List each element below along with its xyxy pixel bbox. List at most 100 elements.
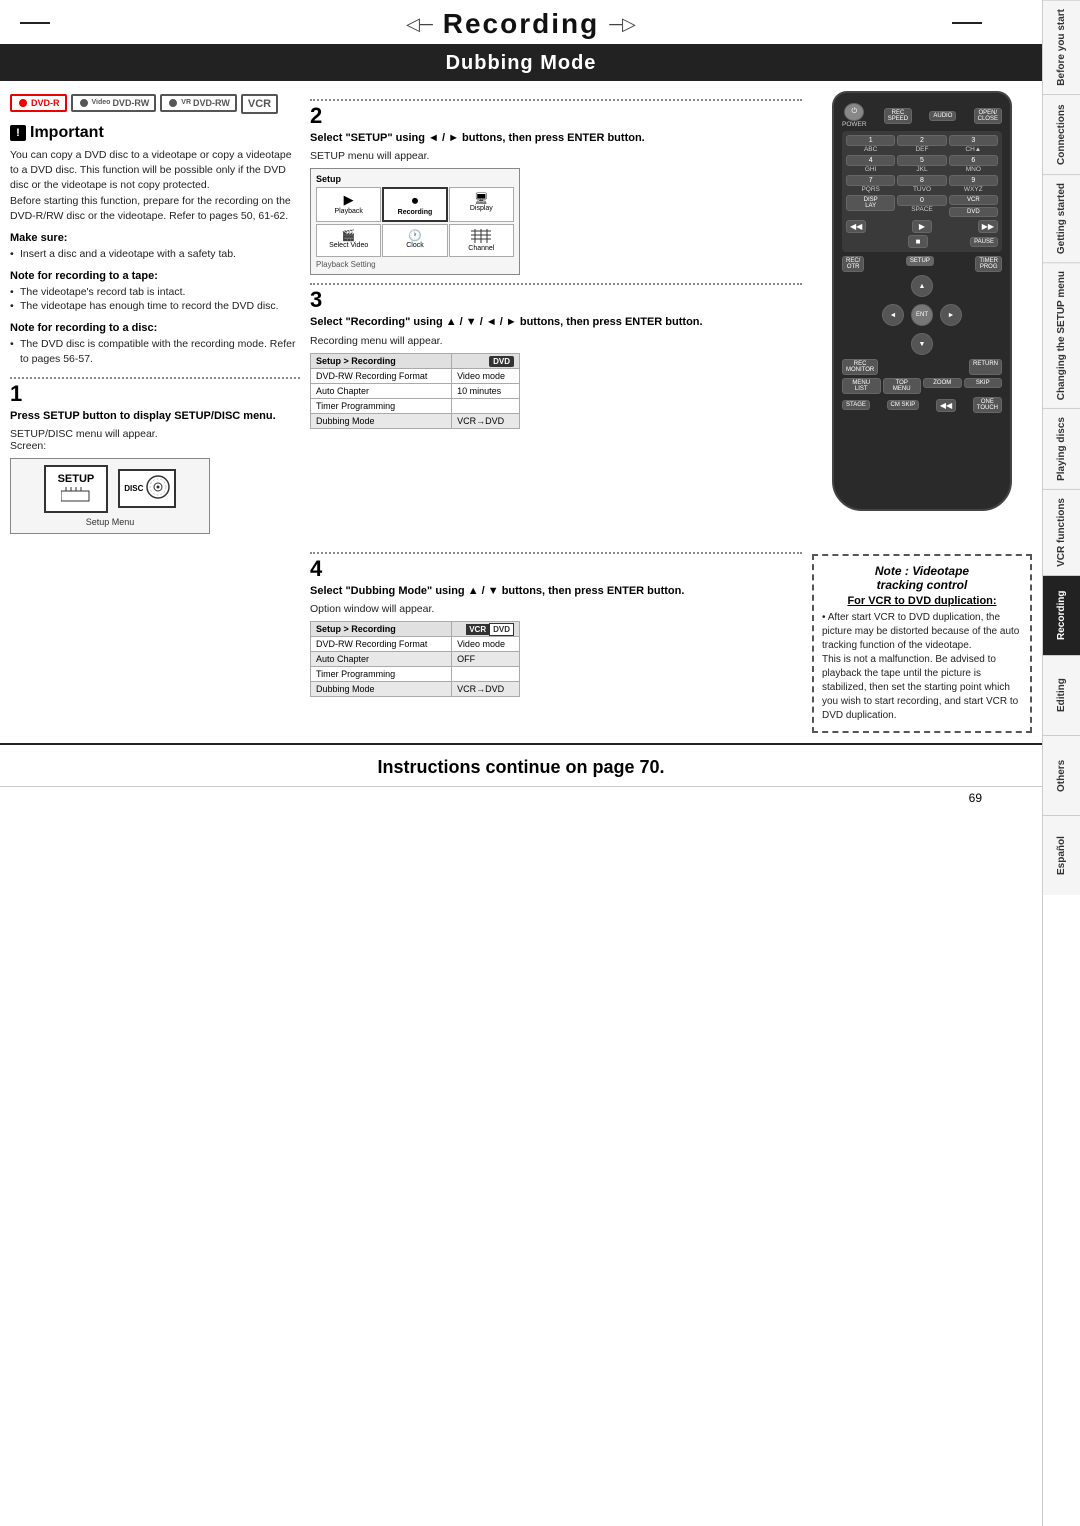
rec-row-3-label: Timer Programming	[311, 398, 452, 413]
bottom-left	[10, 544, 300, 733]
sidebar-tab-espanol[interactable]: Español	[1043, 815, 1080, 895]
sidebar-tab-playing-discs[interactable]: Playing discs	[1043, 408, 1080, 489]
recording-menu-table: Setup > Recording DVD DVD-RW Recording F…	[310, 353, 520, 429]
sidebar-tab-editing[interactable]: Editing	[1043, 655, 1080, 735]
stop-btn[interactable]: ■	[908, 235, 928, 248]
sidebar-tab-connections[interactable]: Connections	[1043, 94, 1080, 174]
timerprog-btn[interactable]: TIMERPROG	[975, 256, 1002, 272]
display-btn-section: DISPLAY	[846, 195, 895, 217]
menulist-btn[interactable]: MENULIST	[842, 378, 881, 394]
rec2-row-3-value	[452, 667, 520, 682]
ffwd-btn[interactable]: ▶▶	[978, 220, 998, 233]
sidebar-tab-vcr-functions[interactable]: VCR functions	[1043, 489, 1080, 575]
onetouch-btn[interactable]: ONETOUCH	[973, 397, 1002, 413]
play-btn[interactable]: ▶	[912, 220, 932, 233]
sidebar-tab-before-you-start[interactable]: Before you start	[1043, 0, 1080, 94]
btn-5[interactable]: 5	[897, 155, 946, 166]
list-item: The videotape has enough time to record …	[10, 299, 300, 314]
stage-btn[interactable]: STAGE	[842, 400, 870, 410]
down-btn[interactable]: ▼	[911, 333, 933, 355]
recotr-btn[interactable]: REC/OTR	[842, 256, 864, 272]
sidebar-tab-recording[interactable]: Recording	[1043, 575, 1080, 655]
btn-4[interactable]: 4	[846, 155, 895, 166]
right-column: ⏻ POWER RECSPEED AUDIO OPEN/CLOSE	[812, 91, 1032, 534]
btn-2-section: 2 DEF	[897, 135, 946, 153]
rec2-row-2-label: Auto Chapter	[311, 652, 452, 667]
btn-6[interactable]: 6	[949, 155, 998, 166]
setup-menu-title: Setup	[316, 174, 514, 184]
recotr-section: REC/OTR	[842, 256, 864, 272]
rec2-row-2-value: OFF	[452, 652, 520, 667]
left-btn[interactable]: ◄	[882, 304, 904, 326]
up-btn[interactable]: ▲	[911, 275, 933, 297]
btn-7[interactable]: 7	[846, 175, 895, 186]
btn-2-label: DEF	[897, 146, 946, 153]
important-title: ! Important	[10, 124, 300, 142]
step2-divider	[310, 99, 802, 101]
recspeed-btn[interactable]: RECSPEED	[884, 108, 912, 124]
power-btn[interactable]: ⏻	[844, 103, 864, 121]
btn-8[interactable]: 8	[897, 175, 946, 186]
recmonitor-btn[interactable]: RECMONITOR	[842, 359, 878, 375]
enter-btn[interactable]: ENT	[911, 304, 933, 326]
btn-9-section: 9 WXYZ	[949, 175, 998, 193]
rec-row-3-value	[452, 398, 520, 413]
list-item: The videotape's record tab is intact.	[10, 285, 300, 300]
setup-box-icon	[58, 487, 95, 505]
btn-5-section: 5 JKL	[897, 155, 946, 173]
vcr-badge: VCR	[466, 624, 489, 635]
btn-4-label: GHI	[846, 166, 895, 173]
sidebar-tab-changing-setup[interactable]: Changing the SETUP menu	[1043, 262, 1080, 408]
sidebar-tab-getting-started[interactable]: Getting started	[1043, 174, 1080, 262]
setup-menu-mockup: Setup ▶ Playback ⏺ Recording 🖥 Display	[310, 168, 520, 275]
skip-btn[interactable]: SKIP	[964, 378, 1003, 388]
make-sure-title: Make sure:	[10, 232, 300, 244]
rec-menu-header-right: DVD	[452, 353, 520, 368]
last-row: STAGE CM SKIP ◀◀ ONETOUCH	[842, 397, 1002, 413]
rec-row-4-label: Dubbing Mode	[311, 413, 452, 428]
rec2-row-4-label: Dubbing Mode	[311, 682, 452, 697]
rec-menu-header-left: Setup > Recording	[311, 353, 452, 368]
rec-row-2-label: Auto Chapter	[311, 383, 452, 398]
menulist-section: MENULIST	[842, 378, 881, 394]
btn-3[interactable]: 3	[949, 135, 998, 146]
step4-divider	[310, 552, 802, 554]
left-column: DVD-R Video DVD-RW VR DVD-RW VCR	[10, 91, 300, 534]
btn-0-section: 0 SPACE	[897, 195, 946, 217]
btn-0[interactable]: 0	[897, 195, 946, 206]
right-btn[interactable]: ►	[940, 304, 962, 326]
btn-2[interactable]: 2	[897, 135, 946, 146]
btn-1[interactable]: 1	[846, 135, 895, 146]
rewind-btn[interactable]: ◀◀	[846, 220, 866, 233]
audio-btn[interactable]: AUDIO	[929, 111, 956, 121]
btn-9[interactable]: 9	[949, 175, 998, 186]
btn-0-label: SPACE	[897, 206, 946, 213]
dvd-btn[interactable]: DVD	[949, 207, 998, 217]
sidebar-tab-others[interactable]: Others	[1043, 735, 1080, 815]
setup-menu-label: Setup Menu	[17, 517, 203, 527]
btn-8-section: 8 TUVO	[897, 175, 946, 193]
disc-icon	[146, 475, 170, 502]
remote-top-row: ⏻ POWER RECSPEED AUDIO OPEN/CLOSE	[842, 103, 1002, 128]
pause-btn[interactable]: PAUSE	[970, 237, 998, 247]
return-btn[interactable]: RETURN	[969, 359, 1002, 375]
topmenu-section: TOPMENU	[883, 378, 922, 394]
menu-cell-channel: Channel	[449, 224, 514, 257]
display-btn[interactable]: DISPLAY	[846, 195, 895, 211]
btn-1-section: 1 ABC	[846, 135, 895, 153]
important-body: You can copy a DVD disc to a videotape o…	[10, 148, 300, 224]
openclose-btn[interactable]: OPEN/CLOSE	[974, 108, 1002, 124]
cmmskip-btn[interactable]: CM SKIP	[887, 400, 920, 410]
bottom-mid: 4 Select "Dubbing Mode" using ▲ / ▼ butt…	[310, 544, 802, 733]
btn-7-section: 7 PQRS	[846, 175, 895, 193]
zoom-btn[interactable]: ZOOM	[923, 378, 962, 388]
step4-number: 4	[310, 558, 802, 580]
btn-7-label: PQRS	[846, 186, 895, 193]
skipback-btn[interactable]: ◀◀	[936, 399, 956, 412]
remote-control: ⏻ POWER RECSPEED AUDIO OPEN/CLOSE	[832, 91, 1012, 511]
setup-btn[interactable]: SETUP	[906, 256, 934, 266]
vcr-btn[interactable]: VCR	[949, 195, 998, 205]
power-label: POWER	[842, 121, 867, 128]
step4-instruction: Select "Dubbing Mode" using ▲ / ▼ button…	[310, 584, 802, 599]
topmenu-btn[interactable]: TOPMENU	[883, 378, 922, 394]
